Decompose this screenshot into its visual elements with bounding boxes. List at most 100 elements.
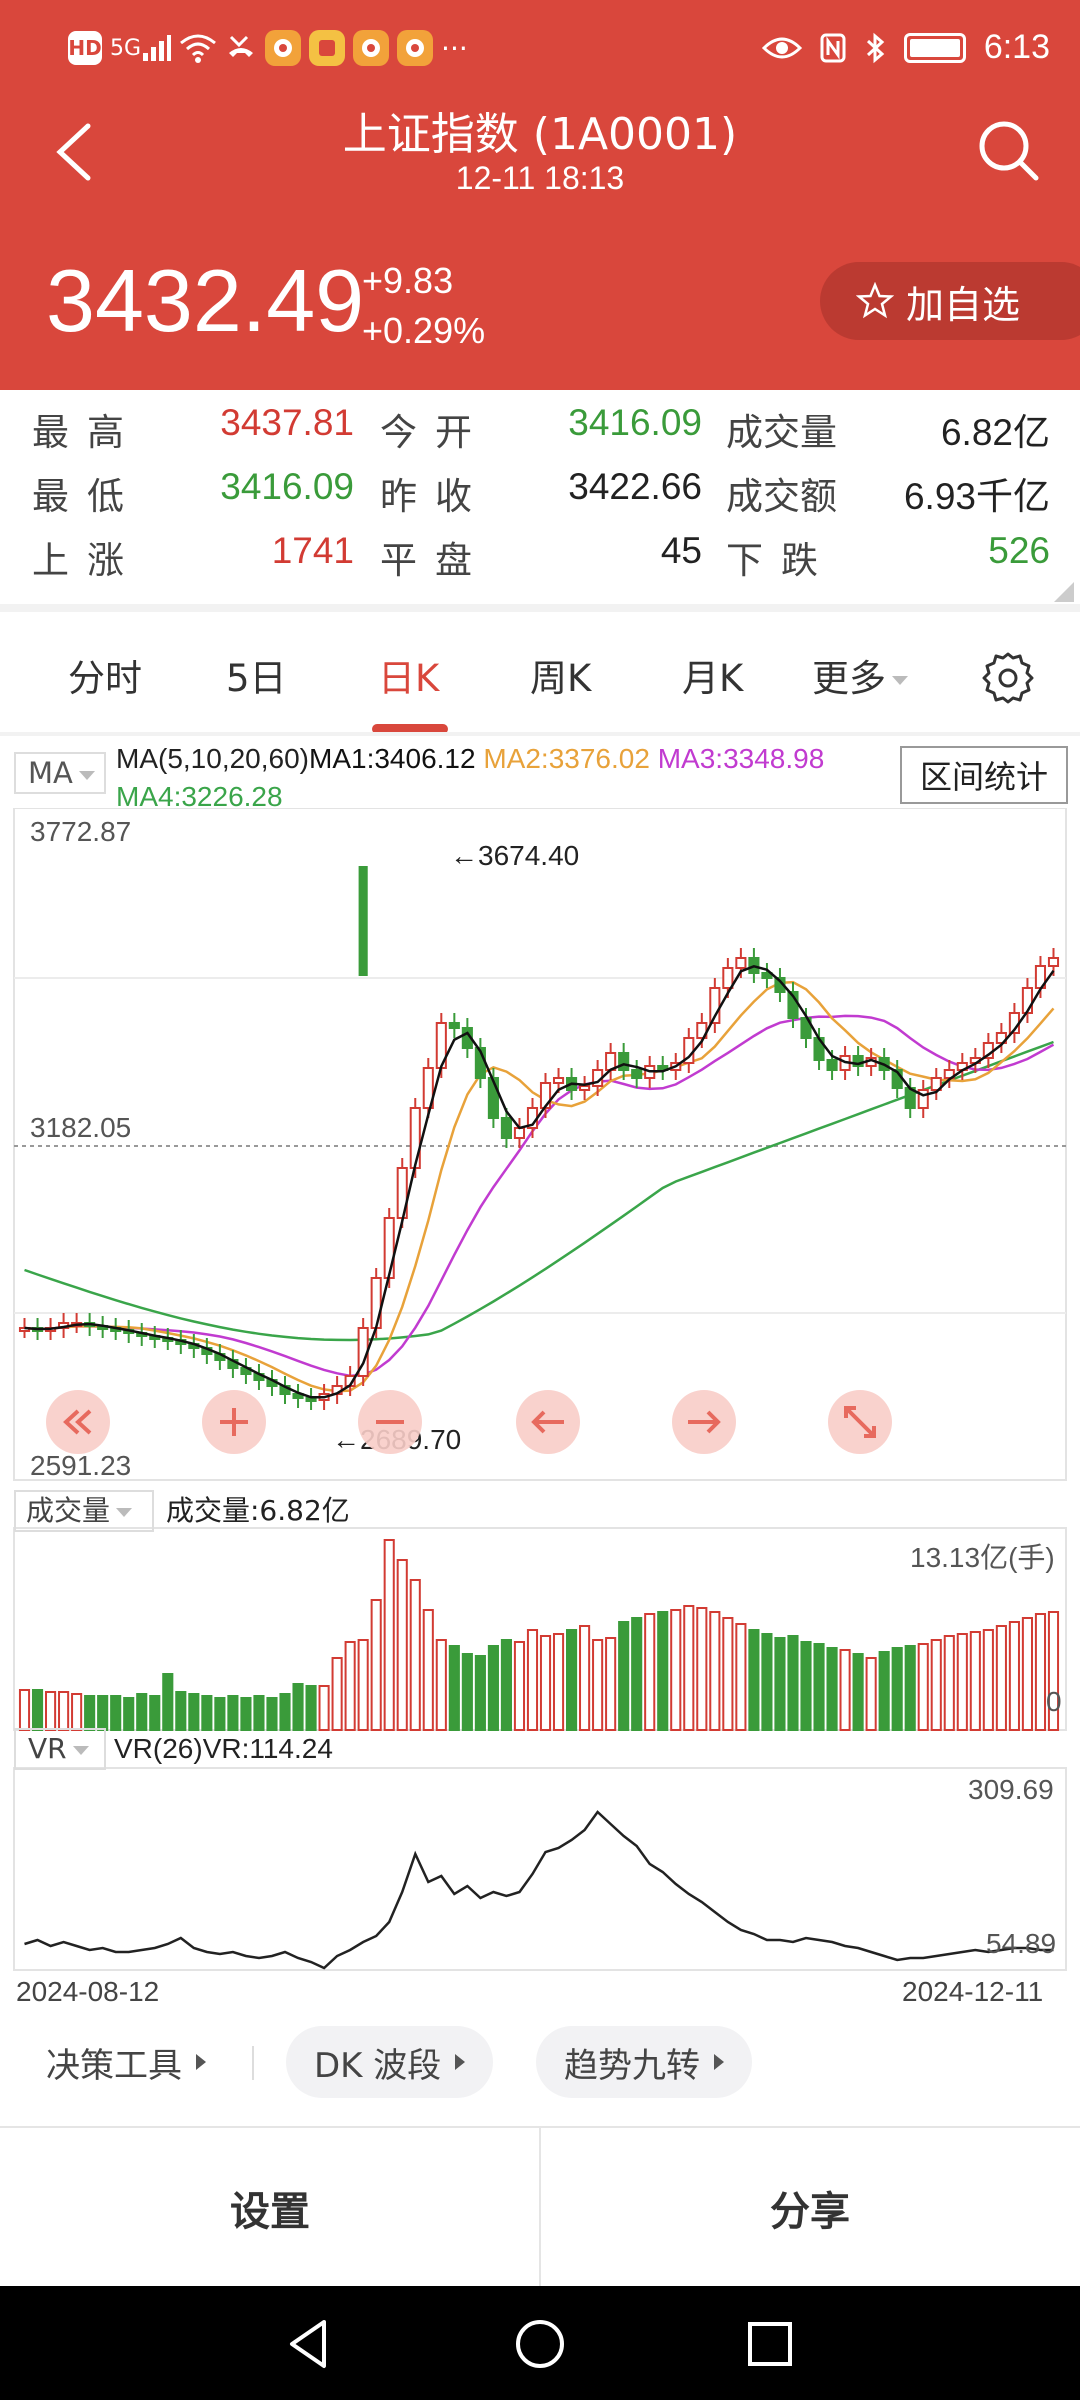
up-value: 1741	[271, 530, 354, 571]
range-stats-button[interactable]: 区间统计	[900, 746, 1068, 804]
missed-call-icon	[225, 33, 257, 63]
flat-value: 45	[660, 530, 702, 571]
volume-bar	[761, 1633, 773, 1731]
stats-row-2: 最低 3416.09 昨收 3422.66 成交额 6.93千亿	[0, 466, 1080, 526]
volume-bar	[474, 1655, 486, 1731]
tab-daily-k[interactable]: 日K	[378, 648, 439, 702]
search-icon	[979, 121, 1039, 181]
dk-band-button[interactable]: DK 波段	[286, 2026, 494, 2098]
period-tabs: 分时 5日 日K 周K 月K 更多	[0, 612, 1080, 734]
candle-body	[1047, 957, 1060, 967]
play-icon	[714, 2054, 724, 2070]
share-button[interactable]: 分享	[540, 2128, 1080, 2288]
volume-bar	[735, 1623, 747, 1731]
indicator-select-ma[interactable]: MA	[14, 752, 106, 794]
ma1-value: MA1:3406.12	[309, 743, 476, 774]
status-bar: HD 5G ··· 6:13	[0, 0, 1080, 104]
expand-corner-icon[interactable]	[1054, 582, 1074, 602]
nav-recents-icon[interactable]	[740, 2314, 800, 2374]
candle-body	[500, 1117, 512, 1139]
play-icon	[196, 2054, 206, 2070]
search-button[interactable]	[974, 116, 1044, 186]
bottom-actions: 设置 分享	[0, 2126, 1080, 2288]
scroll-left-button[interactable]	[516, 1390, 580, 1454]
candle-body	[513, 1127, 526, 1139]
indicator-select-vr[interactable]: VR	[14, 1728, 106, 1770]
tab-monthly-k[interactable]: 月K	[682, 648, 743, 702]
volume-bar	[787, 1635, 799, 1731]
candle-body	[448, 1022, 460, 1029]
settings-button[interactable]: 设置	[0, 2128, 540, 2288]
volume-bar	[943, 1635, 955, 1731]
nav-back-icon[interactable]	[280, 2314, 340, 2374]
volume-bar	[696, 1607, 708, 1731]
candle-body	[409, 1107, 421, 1169]
divider	[252, 2046, 254, 2080]
add-to-watchlist-button[interactable]: 加自选	[820, 262, 1080, 340]
date-end: 2024-12-11	[902, 1976, 1044, 2007]
expand-icon	[844, 1406, 876, 1438]
vr-value-label: VR(26)VR:114.24	[114, 1733, 333, 1764]
volume-bar	[891, 1647, 903, 1731]
prev-close-label: 昨收	[380, 475, 490, 518]
zoom-out-fast-button[interactable]	[46, 1390, 110, 1454]
indicator-select-volume[interactable]: 成交量	[14, 1490, 154, 1532]
change-absolute: +9.83	[362, 260, 454, 301]
candle-body	[579, 1085, 591, 1091]
open-label: 今开	[380, 411, 490, 454]
nfc-icon	[820, 33, 846, 63]
arrow-left-icon	[531, 1410, 564, 1434]
volume-bar	[201, 1695, 213, 1731]
decision-tools-button[interactable]: 决策工具	[46, 2026, 206, 2098]
candle-body	[358, 866, 368, 976]
down-label: 下跌	[726, 539, 836, 582]
ma3-value: MA3:3348.98	[657, 743, 825, 774]
volume-bar	[487, 1645, 499, 1731]
volume-bar	[305, 1685, 317, 1731]
volume-bar	[566, 1629, 578, 1731]
tab-intraday[interactable]: 分时	[68, 648, 142, 702]
scroll-right-button[interactable]	[672, 1390, 736, 1454]
double-chevron-left-icon	[63, 1409, 92, 1435]
volume-bar	[826, 1647, 838, 1731]
vr-axis-min: 54.89	[986, 1928, 1057, 1959]
volume-bar	[435, 1639, 447, 1731]
volume-bar	[995, 1625, 1007, 1731]
zoom-in-button[interactable]	[202, 1390, 266, 1454]
chart-grid	[13, 808, 1067, 1971]
system-nav-bar	[0, 2286, 1080, 2400]
open-value: 3416.09	[568, 402, 702, 443]
tab-5-day[interactable]: 5日	[226, 648, 287, 702]
chevron-down-icon	[892, 676, 908, 685]
chart-settings-button[interactable]	[980, 650, 1036, 706]
weibo-app-icon	[353, 30, 390, 66]
trend-nine-button[interactable]: 趋势九转	[536, 2026, 752, 2098]
current-price: 3432.49	[46, 251, 365, 350]
volume-bar	[396, 1559, 408, 1731]
volume-bar	[839, 1649, 851, 1731]
kline-panel-frame	[13, 808, 1067, 1481]
price-change: +9.83 +0.29%	[362, 256, 485, 356]
volume-label: 成交量	[726, 411, 837, 454]
volume-bar	[18, 1689, 31, 1731]
ma2-path	[24, 980, 1055, 1393]
volume-bar	[162, 1673, 174, 1731]
tab-weekly-k[interactable]: 周K	[530, 648, 591, 702]
volume-bar	[123, 1697, 135, 1731]
volume-bar	[344, 1641, 356, 1731]
weibo-app-icon	[397, 30, 434, 66]
fullscreen-button[interactable]	[828, 1390, 892, 1454]
volume-bar	[631, 1617, 643, 1731]
candle-body	[631, 1069, 643, 1079]
volume-bar	[579, 1625, 591, 1731]
nav-home-icon[interactable]	[510, 2314, 570, 2374]
volume-bar	[214, 1697, 226, 1731]
volume-bar	[84, 1695, 96, 1731]
stats-row-3: 上涨 1741 平盘 45 下跌 526	[0, 530, 1080, 590]
candle-body	[539, 1082, 552, 1109]
vr-panel-frame	[13, 1767, 1067, 1971]
zoom-out-button[interactable]	[358, 1390, 422, 1454]
y-axis-mid: 3182.05	[30, 1112, 132, 1143]
volume-bar	[657, 1611, 669, 1731]
tab-more[interactable]: 更多	[812, 648, 908, 702]
